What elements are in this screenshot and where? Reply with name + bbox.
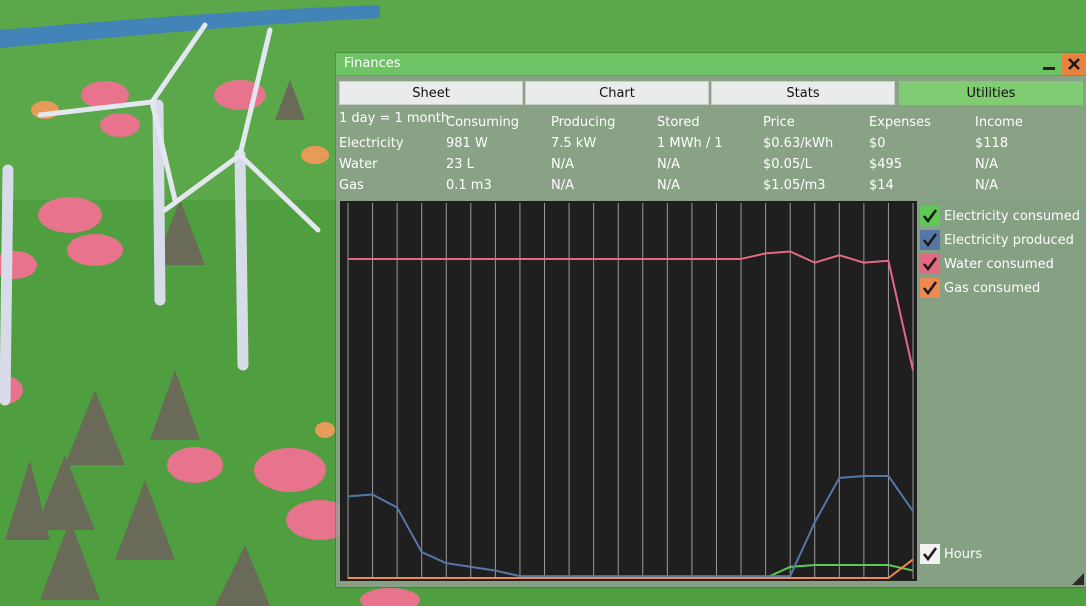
close-button[interactable]: [1062, 53, 1086, 75]
series-line-water-consumed: [348, 250, 914, 371]
cell-value: $118: [975, 136, 1009, 151]
legend-checkbox[interactable]: [920, 254, 940, 274]
window-titlebar[interactable]: Finances: [336, 53, 1086, 76]
row-name-electricity: Electricity: [339, 136, 404, 151]
check-icon: [922, 233, 938, 248]
hours-label: Hours: [944, 546, 983, 562]
legend-water-consumed[interactable]: Water consumed: [920, 254, 1054, 274]
minimize-icon: [1043, 66, 1055, 70]
legend-label: Water consumed: [944, 256, 1054, 272]
check-icon: [922, 547, 938, 562]
cell-value: 7.5 kW: [551, 136, 597, 151]
cell-value: N/A: [551, 157, 574, 172]
hours-toggle[interactable]: Hours: [920, 543, 982, 565]
utilities-sheet: 1 day = 1 month Consuming Producing Stor…: [336, 109, 1086, 197]
row-name-gas: Gas: [339, 178, 364, 193]
header-consuming: Consuming: [446, 115, 520, 130]
cell-value: $0.63/kWh: [763, 136, 834, 151]
window-title: Finances: [344, 56, 401, 71]
header-income: Income: [975, 115, 1023, 130]
series-line-electricity-produced: [347, 474, 914, 578]
cell-value: $1.05/m3: [763, 178, 826, 193]
cell-value: 981 W: [446, 136, 488, 151]
legend-checkbox[interactable]: [920, 206, 940, 226]
cell-value: $0: [869, 136, 886, 151]
tab-bar: Sheet Chart Stats Utilities: [339, 81, 1083, 105]
cell-value: N/A: [657, 157, 680, 172]
header-expenses: Expenses: [869, 115, 931, 130]
check-icon: [922, 257, 938, 272]
cell-value: $14: [869, 178, 894, 193]
tab-chart[interactable]: Chart: [525, 81, 709, 105]
check-icon: [922, 281, 938, 296]
hours-checkbox[interactable]: [920, 544, 940, 564]
cell-value: 23 L: [446, 157, 474, 172]
cell-value: 1 MWh / 1: [657, 136, 723, 151]
cell-value: N/A: [975, 157, 998, 172]
legend-checkbox[interactable]: [920, 230, 940, 250]
line-chart: [347, 203, 914, 579]
cell-value: $0.05/L: [763, 157, 812, 172]
legend-gas-consumed[interactable]: Gas consumed: [920, 278, 1040, 298]
tab-sheet[interactable]: Sheet: [339, 81, 523, 105]
minimize-button[interactable]: [1038, 53, 1060, 75]
legend-electricity-produced[interactable]: Electricity produced: [920, 230, 1074, 250]
cell-value: N/A: [975, 178, 998, 193]
legend-label: Electricity consumed: [944, 208, 1080, 224]
close-icon: [1068, 58, 1080, 70]
tab-utilities[interactable]: Utilities: [899, 81, 1083, 105]
header-stored: Stored: [657, 115, 700, 130]
cell-value: N/A: [551, 178, 574, 193]
cell-value: 0.1 m3: [446, 178, 492, 193]
row-name-water: Water: [339, 157, 378, 172]
check-icon: [922, 209, 938, 224]
resize-grip-icon[interactable]: [1072, 573, 1084, 585]
finances-window: Finances Sheet Chart Stats Utilities 1 d…: [336, 53, 1086, 587]
header-producing: Producing: [551, 115, 616, 130]
legend-label: Electricity produced: [944, 232, 1074, 248]
utilities-chart: [340, 201, 917, 581]
period-label: 1 day = 1 month: [339, 111, 450, 126]
tab-stats[interactable]: Stats: [711, 81, 895, 105]
cell-value: N/A: [657, 178, 680, 193]
legend-label: Gas consumed: [944, 280, 1041, 296]
legend-checkbox[interactable]: [920, 278, 940, 298]
header-price: Price: [763, 115, 795, 130]
cell-value: $495: [869, 157, 903, 172]
legend-electricity-consumed[interactable]: Electricity consumed: [920, 206, 1080, 226]
